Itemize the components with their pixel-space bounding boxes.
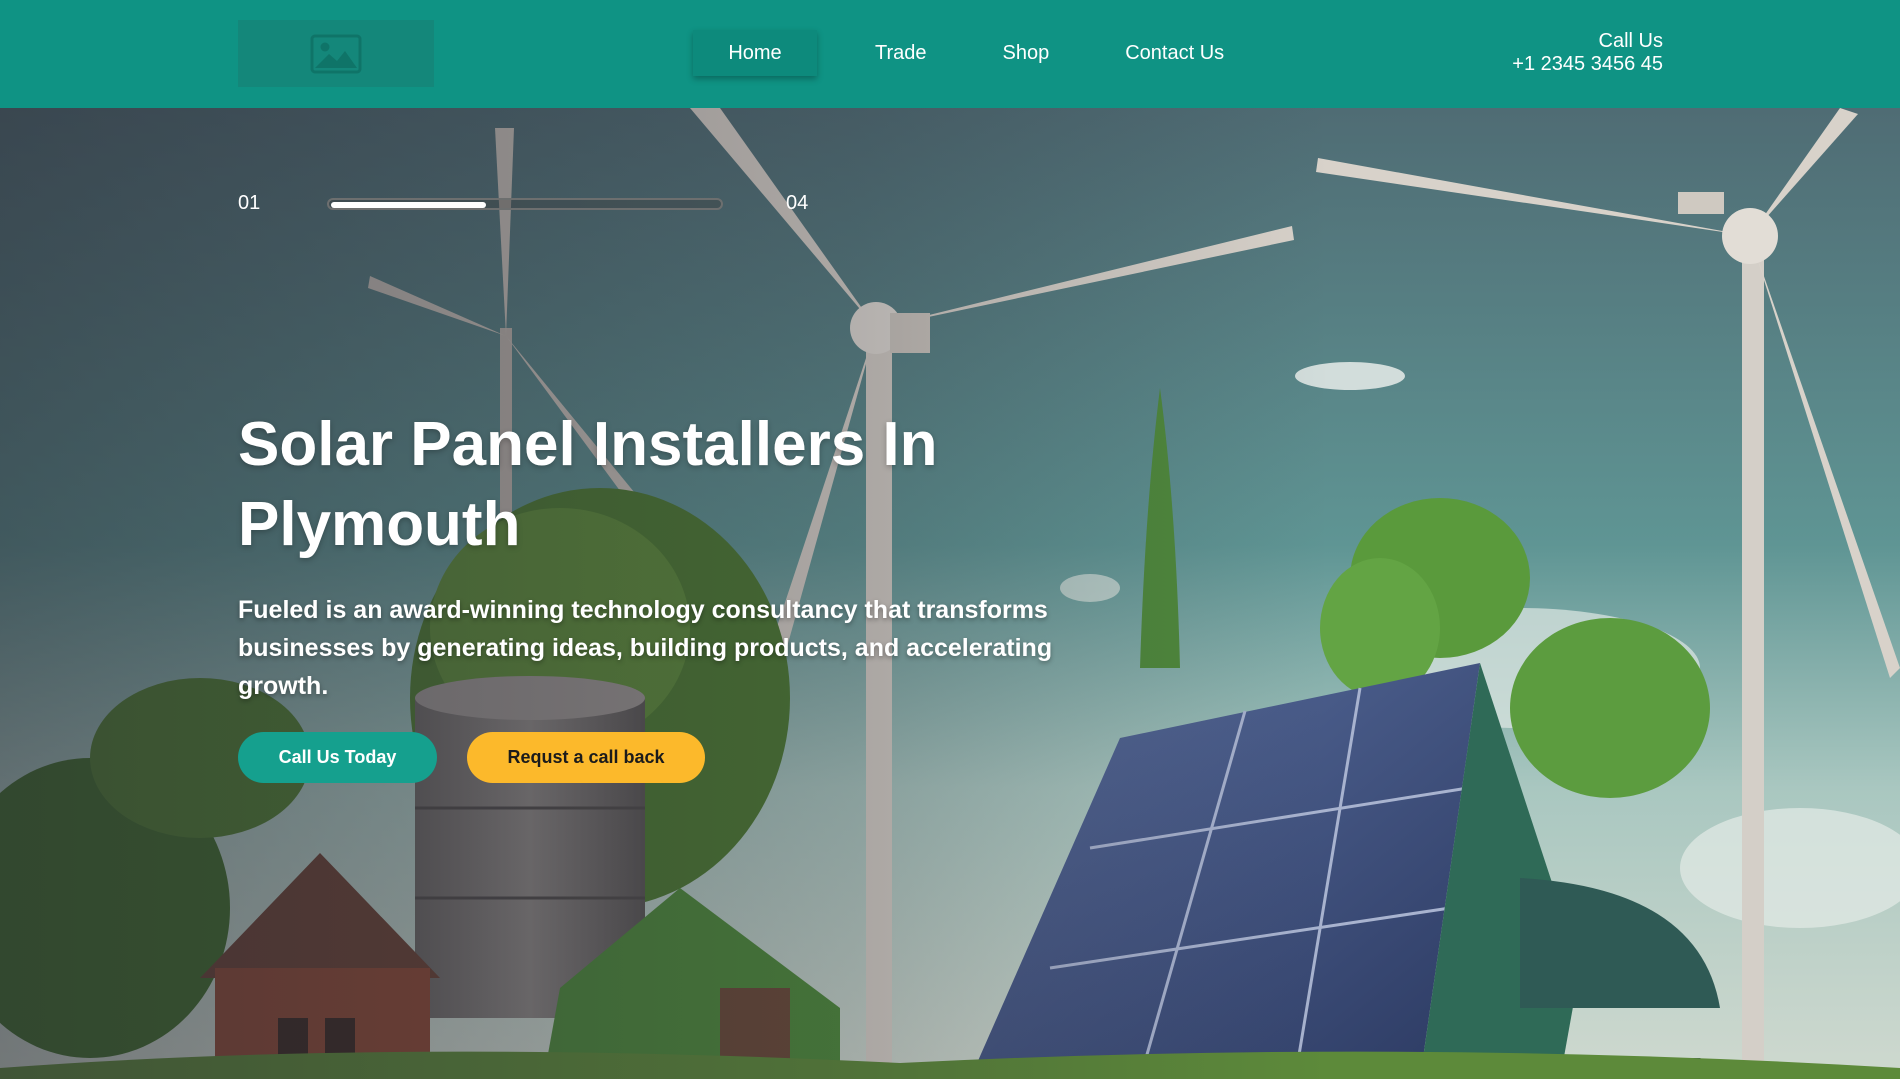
main-nav: Home Trade Shop Contact Us bbox=[693, 30, 1282, 76]
image-placeholder-icon bbox=[310, 34, 362, 73]
nav-trade[interactable]: Trade bbox=[857, 30, 945, 76]
header-call-info: Call Us +1 2345 3456 45 bbox=[1512, 30, 1663, 76]
nav-contact-us[interactable]: Contact Us bbox=[1107, 30, 1242, 76]
call-label: Call Us bbox=[1598, 30, 1663, 52]
slide-progress-bar[interactable] bbox=[327, 198, 723, 210]
hero-section: 01 04 Solar Panel Installers In Plymouth… bbox=[0, 108, 1900, 1079]
hero-description: Fueled is an award-winning technology co… bbox=[238, 596, 1053, 700]
nav-home[interactable]: Home bbox=[693, 30, 817, 76]
request-call-back-button[interactable]: Requst a call back bbox=[467, 732, 705, 783]
site-header: Home Trade Shop Contact Us Call Us +1 23… bbox=[0, 0, 1900, 108]
logo[interactable] bbox=[238, 20, 434, 87]
nav-shop[interactable]: Shop bbox=[985, 30, 1068, 76]
call-number[interactable]: +1 2345 3456 45 bbox=[1512, 53, 1663, 76]
slide-current: 01 bbox=[238, 192, 261, 214]
slide-progress-fill bbox=[331, 202, 486, 208]
call-us-today-button[interactable]: Call Us Today bbox=[238, 732, 437, 783]
slide-total: 04 bbox=[786, 192, 809, 214]
hero-title: Solar Panel Installers In Plymouth bbox=[238, 410, 938, 559]
